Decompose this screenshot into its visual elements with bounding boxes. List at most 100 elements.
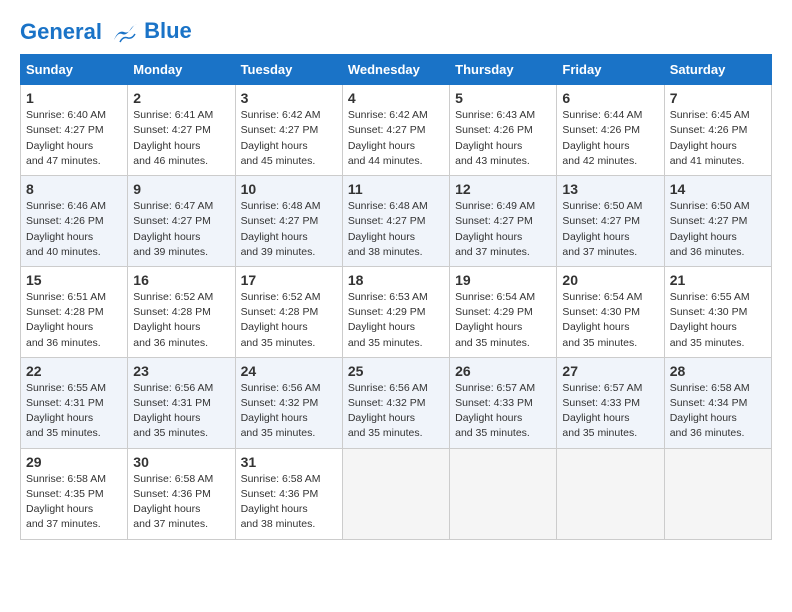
day-info: Sunrise: 6:48 AMSunset: 4:27 PMDaylight …	[241, 199, 337, 260]
day-info: Sunrise: 6:41 AMSunset: 4:27 PMDaylight …	[133, 108, 229, 169]
day-info: Sunrise: 6:55 AMSunset: 4:30 PMDaylight …	[670, 290, 766, 351]
day-number: 28	[670, 363, 766, 379]
calendar-cell: 29 Sunrise: 6:58 AMSunset: 4:35 PMDayligh…	[21, 448, 128, 539]
logo-general: General	[20, 19, 102, 44]
logo-text: General	[20, 20, 140, 44]
header-day-sunday: Sunday	[21, 55, 128, 85]
day-info: Sunrise: 6:49 AMSunset: 4:27 PMDaylight …	[455, 199, 551, 260]
calendar-cell: 28 Sunrise: 6:58 AMSunset: 4:34 PMDayligh…	[664, 357, 771, 448]
calendar-cell: 11 Sunrise: 6:48 AMSunset: 4:27 PMDayligh…	[342, 176, 449, 267]
calendar-cell: 8 Sunrise: 6:46 AMSunset: 4:26 PMDaylight…	[21, 176, 128, 267]
day-info: Sunrise: 6:57 AMSunset: 4:33 PMDaylight …	[562, 381, 658, 442]
day-number: 25	[348, 363, 444, 379]
day-number: 17	[241, 272, 337, 288]
day-info: Sunrise: 6:56 AMSunset: 4:31 PMDaylight …	[133, 381, 229, 442]
calendar-cell: 30 Sunrise: 6:58 AMSunset: 4:36 PMDayligh…	[128, 448, 235, 539]
day-number: 23	[133, 363, 229, 379]
day-info: Sunrise: 6:50 AMSunset: 4:27 PMDaylight …	[562, 199, 658, 260]
calendar-cell: 9Sunrise: 6:47 AMSunset: 4:27 PMDaylight…	[128, 176, 235, 267]
day-info: Sunrise: 6:51 AMSunset: 4:28 PMDaylight …	[26, 290, 122, 351]
header-day-tuesday: Tuesday	[235, 55, 342, 85]
day-info: Sunrise: 6:58 AMSunset: 4:34 PMDaylight …	[670, 381, 766, 442]
calendar-cell: 25 Sunrise: 6:56 AMSunset: 4:32 PMDayligh…	[342, 357, 449, 448]
week-row-3: 15 Sunrise: 6:51 AMSunset: 4:28 PMDayligh…	[21, 266, 772, 357]
logo: General Blue	[20, 20, 192, 44]
day-info: Sunrise: 6:55 AMSunset: 4:31 PMDaylight …	[26, 381, 122, 442]
calendar-cell: 13 Sunrise: 6:50 AMSunset: 4:27 PMDayligh…	[557, 176, 664, 267]
week-row-4: 22Sunrise: 6:55 AMSunset: 4:31 PMDayligh…	[21, 357, 772, 448]
calendar-cell: 15 Sunrise: 6:51 AMSunset: 4:28 PMDayligh…	[21, 266, 128, 357]
day-info: Sunrise: 6:50 AMSunset: 4:27 PMDaylight …	[670, 199, 766, 260]
header-row: SundayMondayTuesdayWednesdayThursdayFrid…	[21, 55, 772, 85]
day-info: Sunrise: 6:52 AMSunset: 4:28 PMDaylight …	[133, 290, 229, 351]
day-info: Sunrise: 6:58 AMSunset: 4:36 PMDaylight …	[241, 472, 337, 533]
day-number: 18	[348, 272, 444, 288]
day-number: 24	[241, 363, 337, 379]
day-info: Sunrise: 6:57 AMSunset: 4:33 PMDaylight …	[455, 381, 551, 442]
logo-bird-icon	[110, 22, 138, 44]
calendar-cell: 3 Sunrise: 6:42 AMSunset: 4:27 PMDaylight…	[235, 85, 342, 176]
day-number: 31	[241, 454, 337, 470]
header-day-monday: Monday	[128, 55, 235, 85]
day-info: Sunrise: 6:46 AMSunset: 4:26 PMDaylight …	[26, 199, 122, 260]
day-number: 20	[562, 272, 658, 288]
calendar-cell: 5Sunrise: 6:43 AMSunset: 4:26 PMDaylight…	[450, 85, 557, 176]
calendar-cell: 26 Sunrise: 6:57 AMSunset: 4:33 PMDayligh…	[450, 357, 557, 448]
day-info: Sunrise: 6:52 AMSunset: 4:28 PMDaylight …	[241, 290, 337, 351]
day-number: 30	[133, 454, 229, 470]
day-number: 10	[241, 181, 337, 197]
day-number: 7	[670, 90, 766, 106]
day-info: Sunrise: 6:44 AMSunset: 4:26 PMDaylight …	[562, 108, 658, 169]
day-number: 6	[562, 90, 658, 106]
calendar-cell: 20 Sunrise: 6:54 AMSunset: 4:30 PMDayligh…	[557, 266, 664, 357]
calendar-cell: 19Sunrise: 6:54 AMSunset: 4:29 PMDayligh…	[450, 266, 557, 357]
day-number: 11	[348, 181, 444, 197]
calendar-cell: 31 Sunrise: 6:58 AMSunset: 4:36 PMDayligh…	[235, 448, 342, 539]
day-number: 14	[670, 181, 766, 197]
day-number: 27	[562, 363, 658, 379]
calendar-cell: 27 Sunrise: 6:57 AMSunset: 4:33 PMDayligh…	[557, 357, 664, 448]
week-row-2: 8 Sunrise: 6:46 AMSunset: 4:26 PMDaylight…	[21, 176, 772, 267]
header-day-friday: Friday	[557, 55, 664, 85]
header-day-wednesday: Wednesday	[342, 55, 449, 85]
calendar-cell: 16Sunrise: 6:52 AMSunset: 4:28 PMDayligh…	[128, 266, 235, 357]
day-number: 8	[26, 181, 122, 197]
calendar-cell	[664, 448, 771, 539]
calendar-cell: 7 Sunrise: 6:45 AMSunset: 4:26 PMDaylight…	[664, 85, 771, 176]
day-info: Sunrise: 6:48 AMSunset: 4:27 PMDaylight …	[348, 199, 444, 260]
day-number: 2	[133, 90, 229, 106]
day-info: Sunrise: 6:47 AMSunset: 4:27 PMDaylight …	[133, 199, 229, 260]
day-number: 29	[26, 454, 122, 470]
calendar-cell	[342, 448, 449, 539]
calendar-cell	[450, 448, 557, 539]
day-info: Sunrise: 6:40 AMSunset: 4:27 PMDaylight …	[26, 108, 122, 169]
calendar-cell	[557, 448, 664, 539]
day-info: Sunrise: 6:42 AMSunset: 4:27 PMDaylight …	[348, 108, 444, 169]
day-info: Sunrise: 6:56 AMSunset: 4:32 PMDaylight …	[348, 381, 444, 442]
day-number: 19	[455, 272, 551, 288]
logo-blue: Blue	[144, 19, 192, 43]
calendar-cell: 23 Sunrise: 6:56 AMSunset: 4:31 PMDayligh…	[128, 357, 235, 448]
calendar-cell: 6 Sunrise: 6:44 AMSunset: 4:26 PMDaylight…	[557, 85, 664, 176]
day-info: Sunrise: 6:42 AMSunset: 4:27 PMDaylight …	[241, 108, 337, 169]
calendar-cell: 10 Sunrise: 6:48 AMSunset: 4:27 PMDayligh…	[235, 176, 342, 267]
day-number: 12	[455, 181, 551, 197]
day-info: Sunrise: 6:58 AMSunset: 4:36 PMDaylight …	[133, 472, 229, 533]
day-info: Sunrise: 6:53 AMSunset: 4:29 PMDaylight …	[348, 290, 444, 351]
day-info: Sunrise: 6:45 AMSunset: 4:26 PMDaylight …	[670, 108, 766, 169]
day-info: Sunrise: 6:54 AMSunset: 4:30 PMDaylight …	[562, 290, 658, 351]
calendar-cell: 18 Sunrise: 6:53 AMSunset: 4:29 PMDayligh…	[342, 266, 449, 357]
day-info: Sunrise: 6:58 AMSunset: 4:35 PMDaylight …	[26, 472, 122, 533]
day-number: 26	[455, 363, 551, 379]
header-day-thursday: Thursday	[450, 55, 557, 85]
day-number: 21	[670, 272, 766, 288]
calendar-cell: 4Sunrise: 6:42 AMSunset: 4:27 PMDaylight…	[342, 85, 449, 176]
day-number: 15	[26, 272, 122, 288]
day-number: 13	[562, 181, 658, 197]
calendar-cell: 1Sunrise: 6:40 AMSunset: 4:27 PMDaylight…	[21, 85, 128, 176]
page-header: General Blue	[20, 20, 772, 44]
calendar-cell: 22Sunrise: 6:55 AMSunset: 4:31 PMDayligh…	[21, 357, 128, 448]
calendar-cell: 17 Sunrise: 6:52 AMSunset: 4:28 PMDayligh…	[235, 266, 342, 357]
header-day-saturday: Saturday	[664, 55, 771, 85]
day-number: 3	[241, 90, 337, 106]
